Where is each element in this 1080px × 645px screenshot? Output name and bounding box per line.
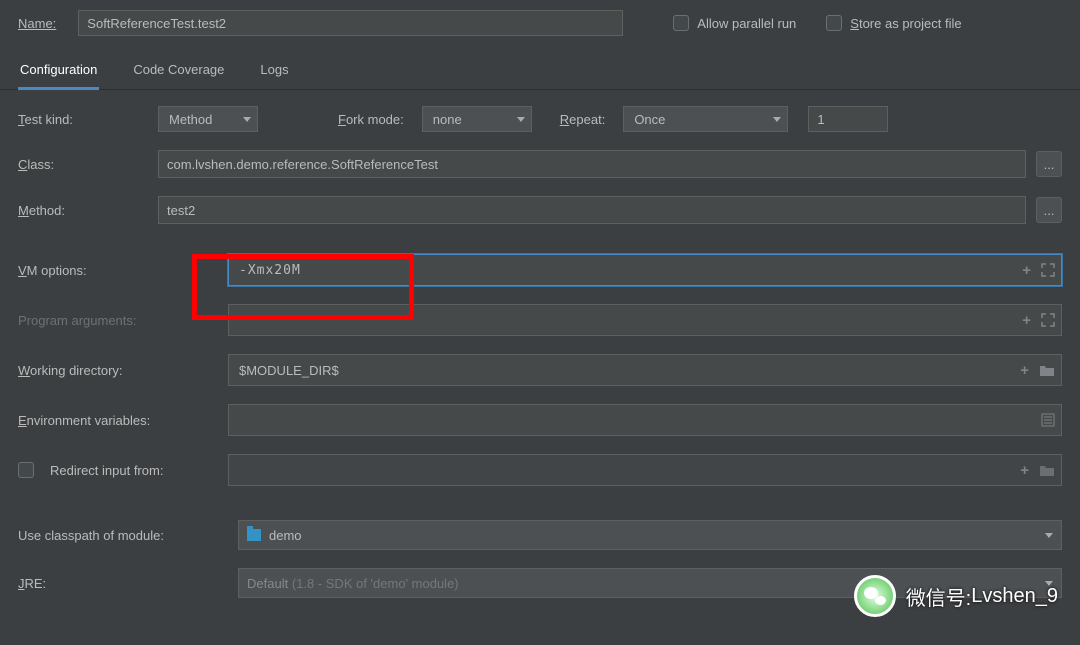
folder-icon [1039, 464, 1055, 477]
checkbox-icon [826, 15, 842, 31]
name-label: Name: [18, 16, 56, 31]
method-input[interactable] [158, 196, 1026, 224]
method-label: Method: [18, 203, 148, 218]
vm-options-label: VM options: [18, 263, 218, 278]
use-classpath-dropdown[interactable]: demo [238, 520, 1062, 550]
fork-mode-value: none [433, 112, 462, 127]
name-input[interactable] [78, 10, 623, 36]
module-icon [247, 529, 261, 541]
redirect-label: Redirect input from: [50, 463, 163, 478]
jre-value: Default (1.8 - SDK of 'demo' module) [247, 576, 459, 591]
program-args-label: Program arguments: [18, 313, 218, 328]
plus-icon [1020, 462, 1029, 479]
vm-options-input[interactable]: -Xmx20M [228, 254, 1062, 286]
env-vars-label: Environment variables: [18, 413, 218, 428]
working-dir-label: Working directory: [18, 363, 218, 378]
allow-parallel-checkbox[interactable]: Allow parallel run [673, 15, 796, 31]
folder-icon[interactable] [1039, 364, 1055, 377]
fork-mode-dropdown[interactable]: none [422, 106, 532, 132]
watermark: 微信号: Lvshen_9 [854, 575, 1058, 617]
store-project-label: Store as project file [850, 16, 961, 31]
expand-icon[interactable] [1041, 313, 1055, 327]
plus-icon[interactable] [1022, 312, 1031, 329]
jre-label: JRE: [18, 576, 228, 591]
redirect-input [228, 454, 1062, 486]
test-kind-value: Method [169, 112, 212, 127]
tab-code-coverage[interactable]: Code Coverage [131, 56, 226, 89]
checkbox-icon [18, 462, 34, 478]
allow-parallel-label: Allow parallel run [697, 16, 796, 31]
config-panel: Test kind: Method Fork mode: none Repeat… [0, 90, 1080, 598]
working-dir-input[interactable]: $MODULE_DIR$ [228, 354, 1062, 386]
test-kind-label: Test kind: [18, 112, 148, 127]
tab-bar: Configuration Code Coverage Logs [0, 48, 1080, 90]
plus-icon[interactable] [1020, 362, 1029, 379]
tab-configuration[interactable]: Configuration [18, 56, 99, 90]
expand-icon[interactable] [1041, 263, 1055, 277]
plus-icon[interactable] [1022, 262, 1031, 279]
tab-logs[interactable]: Logs [258, 56, 290, 89]
repeat-value: Once [634, 112, 665, 127]
store-project-checkbox[interactable]: Store as project file [826, 15, 961, 31]
repeat-dropdown[interactable]: Once [623, 106, 788, 132]
chevron-down-icon [243, 117, 251, 122]
fork-mode-label: Fork mode: [338, 112, 404, 127]
chevron-down-icon [773, 117, 781, 122]
chevron-down-icon [1045, 533, 1053, 538]
method-browse-button[interactable]: ... [1036, 197, 1062, 223]
repeat-count-input[interactable] [808, 106, 888, 132]
list-icon[interactable] [1041, 413, 1055, 427]
repeat-label: Repeat: [560, 112, 606, 127]
env-vars-input[interactable] [228, 404, 1062, 436]
program-args-input[interactable] [228, 304, 1062, 336]
redirect-checkbox[interactable]: Redirect input from: [18, 462, 218, 478]
use-classpath-value: demo [269, 528, 302, 543]
wechat-icon [854, 575, 896, 617]
class-browse-button[interactable]: ... [1036, 151, 1062, 177]
class-label: Class: [18, 157, 148, 172]
test-kind-dropdown[interactable]: Method [158, 106, 258, 132]
chevron-down-icon [517, 117, 525, 122]
class-input[interactable] [158, 150, 1026, 178]
vm-options-value: -Xmx20M [239, 263, 301, 278]
checkbox-icon [673, 15, 689, 31]
working-dir-value: $MODULE_DIR$ [239, 363, 339, 378]
use-classpath-label: Use classpath of module: [18, 528, 228, 543]
header-row: Name: Allow parallel run Store as projec… [0, 0, 1080, 36]
